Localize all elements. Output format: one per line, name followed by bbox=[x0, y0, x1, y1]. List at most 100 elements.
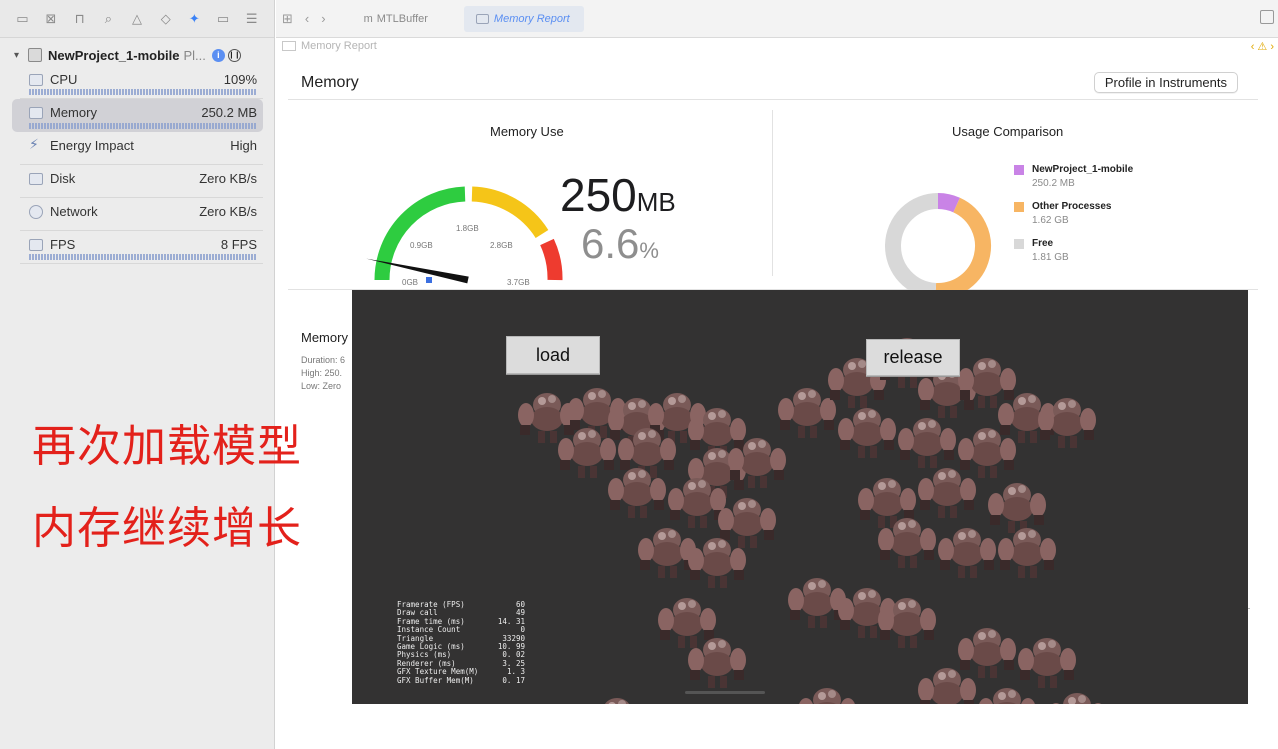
tab-mtlbuffer[interactable]: m MTLBuffer bbox=[352, 6, 440, 32]
legend-item: Other Processes 1.62 GB bbox=[1014, 201, 1133, 226]
donut-slice bbox=[935, 197, 991, 299]
gauge-cpu[interactable]: CPU 109% bbox=[20, 66, 263, 99]
chevron-down-icon[interactable]: ▾ bbox=[14, 50, 28, 61]
monster-model bbox=[1032, 390, 1102, 455]
add-editor-icon[interactable] bbox=[1260, 10, 1274, 24]
donut-slice bbox=[885, 193, 939, 299]
legend-item: NewProject_1-mobile 250.2 MB bbox=[1014, 164, 1133, 189]
stat-key: GFX Buffer Mem(M) bbox=[397, 675, 474, 685]
jump-bar[interactable]: Memory Report ‹ ⚠ › bbox=[276, 38, 1278, 54]
pause-icon[interactable]: ❙❙ bbox=[227, 48, 241, 62]
donut-slice bbox=[937, 193, 960, 213]
fps-icon bbox=[29, 239, 43, 251]
hierarchy-icon[interactable]: ⊓ bbox=[65, 9, 94, 29]
usage-comparison-title: Usage Comparison bbox=[952, 124, 1064, 139]
legend-size: 1.62 GB bbox=[1032, 215, 1069, 226]
profile-in-instruments-button[interactable]: Profile in Instruments bbox=[1093, 72, 1238, 93]
gauge-tick-label: 0.9GB bbox=[410, 241, 433, 250]
legend-swatch bbox=[1014, 238, 1024, 249]
memory-percent: 6.6% bbox=[581, 220, 659, 268]
gauge-label: Memory bbox=[50, 105, 97, 120]
memory-icon bbox=[29, 107, 43, 119]
xcode-window: ▭ ⊠ ⊓ ⌕ △ ◇ ✦ ▭ ☰ ▾ NewProject_1-mobile … bbox=[0, 0, 1278, 749]
high-text: High: 250. bbox=[301, 368, 343, 378]
stats-panel: Framerate (FPS) 60 Draw call 49 Frame time (… bbox=[397, 600, 525, 685]
memory-timeline-title: Memory bbox=[301, 330, 348, 345]
warning-icon[interactable]: ‹ ⚠ › bbox=[1251, 40, 1274, 53]
memory-number: 250 bbox=[560, 169, 637, 221]
panel-divider bbox=[772, 110, 773, 276]
gauge-network[interactable]: Network Zero KB/s bbox=[20, 198, 263, 231]
memory-icon bbox=[282, 41, 296, 51]
test-icon[interactable]: ◇ bbox=[151, 9, 180, 29]
disk-icon bbox=[29, 173, 43, 185]
navigator-toolbar: ▭ ⊠ ⊓ ⌕ △ ◇ ✦ ▭ ☰ bbox=[0, 0, 274, 38]
tab-memory-report[interactable]: Memory Report bbox=[463, 5, 584, 32]
gauge-label: FPS bbox=[50, 237, 76, 252]
gauge-label: Energy Impact bbox=[50, 138, 134, 153]
legend-name: NewProject_1-mobile bbox=[1032, 164, 1134, 175]
game-screenshot: load release Framerate (FPS) 60 Draw call 4… bbox=[352, 290, 1248, 704]
folder-icon[interactable]: ▭ bbox=[8, 9, 37, 29]
warning-icon[interactable]: △ bbox=[123, 9, 152, 29]
metal-icon: m bbox=[363, 12, 373, 25]
cpu-icon bbox=[29, 74, 43, 86]
percent-number: 6.6 bbox=[581, 220, 640, 267]
monster-model bbox=[1042, 685, 1112, 704]
gauge-fps[interactable]: FPS 8 FPS bbox=[20, 231, 263, 264]
debug-navigator: ▭ ⊠ ⊓ ⌕ △ ◇ ✦ ▭ ☰ ▾ NewProject_1-mobile … bbox=[0, 0, 275, 749]
gauge-arc-red bbox=[540, 238, 563, 281]
breakpoint-icon[interactable]: ▭ bbox=[209, 9, 238, 29]
gauge-value: Zero KB/s bbox=[199, 204, 257, 219]
gauge-memory[interactable]: Memory 250.2 MB bbox=[12, 99, 263, 132]
report-header: Memory Profile in Instruments bbox=[288, 66, 1258, 100]
legend-size: 250.2 MB bbox=[1032, 178, 1075, 189]
process-row[interactable]: ▾ NewProject_1-mobile Pl... i ❙❙ bbox=[0, 44, 275, 66]
legend-name: Free bbox=[1032, 238, 1054, 249]
gauge-value: 8 FPS bbox=[220, 237, 257, 252]
annotation-reload: 再次加载模型 bbox=[32, 421, 302, 472]
gauge-value: High bbox=[230, 138, 257, 153]
jump-bar-label: Memory Report bbox=[301, 40, 377, 52]
debug-icon[interactable]: ✦ bbox=[180, 9, 209, 29]
grid-icon[interactable]: ⊞ bbox=[276, 11, 299, 27]
sparkline bbox=[29, 89, 257, 95]
search-icon[interactable]: ⌕ bbox=[94, 9, 123, 29]
gauge-arc-green bbox=[374, 186, 466, 281]
memory-use-title: Memory Use bbox=[490, 124, 564, 139]
gauge-label: Network bbox=[50, 204, 98, 219]
monster-model bbox=[872, 590, 942, 655]
monster-model bbox=[992, 520, 1062, 585]
annotation-memory-growth: 内存继续增长 bbox=[32, 503, 302, 554]
source-control-icon[interactable]: ⊠ bbox=[37, 9, 66, 29]
back-icon[interactable]: ‹ bbox=[299, 11, 315, 26]
load-button[interactable]: load bbox=[506, 336, 600, 374]
percent-unit: % bbox=[639, 238, 659, 263]
release-button[interactable]: release bbox=[866, 339, 960, 376]
gauge-value: Zero KB/s bbox=[199, 171, 257, 186]
memory-value: 250MB bbox=[560, 168, 676, 222]
report-icon[interactable]: ☰ bbox=[237, 9, 266, 29]
gauge-tick-label: 0GB bbox=[402, 278, 418, 287]
scroll-indicator bbox=[685, 691, 765, 694]
chip-icon bbox=[28, 48, 42, 62]
report-title: Memory bbox=[301, 73, 359, 91]
monster-model bbox=[682, 630, 752, 695]
monster-model bbox=[792, 680, 862, 704]
gauge-arc-yellow bbox=[471, 186, 549, 239]
process-suffix: Pl... bbox=[183, 47, 206, 63]
report-panels: Memory Use Usage Comparison 0GB 0.9GB 1.… bbox=[288, 100, 1258, 299]
gauge-energy[interactable]: ⚡ Energy Impact High bbox=[20, 132, 263, 165]
stat-value: 0. 17 bbox=[502, 675, 525, 685]
globe-icon bbox=[29, 205, 43, 219]
low-text: Low: Zero bbox=[301, 381, 342, 391]
process-group: ▾ NewProject_1-mobile Pl... i ❙❙ CPU 109… bbox=[0, 44, 275, 264]
gauge-disk[interactable]: Disk Zero KB/s bbox=[20, 165, 263, 198]
legend-size: 1.81 GB bbox=[1032, 252, 1069, 263]
forward-icon[interactable]: › bbox=[315, 11, 331, 26]
bolt-icon: ⚡ bbox=[29, 136, 39, 152]
usage-legend: NewProject_1-mobile 250.2 MB Other Proce… bbox=[1014, 164, 1133, 275]
info-icon[interactable]: i bbox=[211, 48, 225, 62]
sparkline bbox=[29, 123, 257, 129]
stat-row: GFX Buffer Mem(M) 0. 17 bbox=[397, 675, 525, 685]
